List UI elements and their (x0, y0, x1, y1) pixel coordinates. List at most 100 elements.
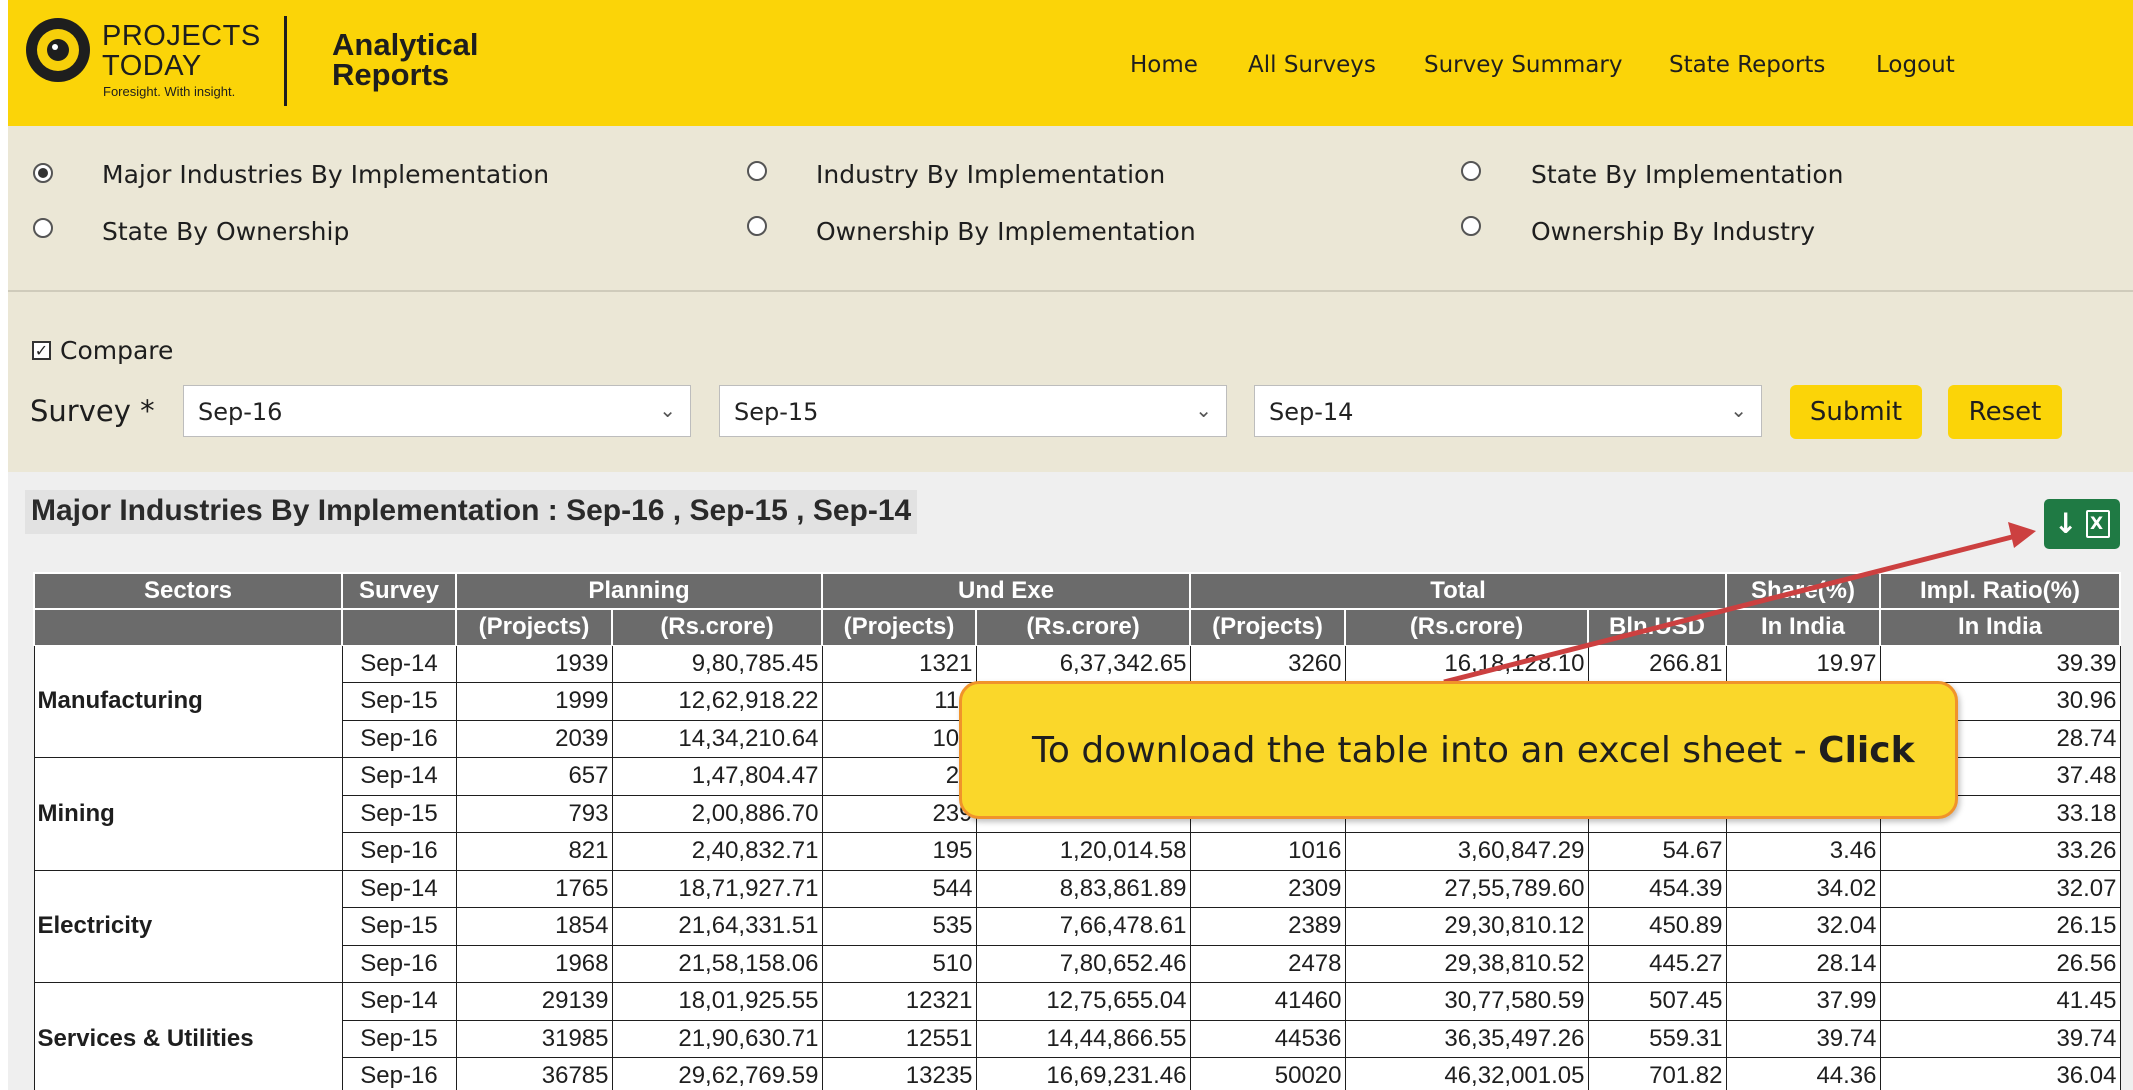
cell-planning-rs-crore: 9,80,785.45 (611, 644, 823, 683)
report-type-panel (8, 126, 2133, 292)
compare-checkbox[interactable]: ✓ (32, 341, 51, 360)
nav-home[interactable]: Home (1130, 52, 1198, 78)
cell-planning-projects: 1854 (455, 907, 613, 946)
table-row: Sep-16 36785 29,62,769.59 13235 16,69,231.46… (34, 1057, 2121, 1090)
cell-planning-projects: 821 (455, 832, 613, 871)
survey-label: Survey * (30, 394, 155, 428)
cell-total-bln-usd: 701.82 (1587, 1057, 1727, 1090)
chevron-down-icon: ⌄ (1195, 398, 1212, 422)
cell-und-exe-rs-crore: 7,80,652.46 (975, 944, 1191, 983)
subheader-planning-projects: (Projects) (455, 608, 613, 646)
nav-all-surveys[interactable]: All Surveys (1248, 52, 1376, 78)
cell-und-exe-projects: 12321 (821, 982, 977, 1021)
callout-text: To download the table into an excel shee… (1032, 730, 1915, 771)
cell-planning-projects: 2039 (455, 719, 613, 758)
cell-total-bln-usd: 559.31 (1587, 1019, 1727, 1058)
survey-select-1-value: Sep-16 (198, 398, 283, 426)
cell-share-in-india: 3.46 (1725, 832, 1881, 871)
cell-planning-rs-crore: 1,47,804.47 (611, 757, 823, 796)
nav-state-reports[interactable]: State Reports (1669, 52, 1825, 78)
cell-total-rs-crore: 29,38,810.52 (1344, 944, 1589, 983)
option-label-major-industries-by-implementation[interactable]: Major Industries By Implementation (102, 160, 549, 189)
subheader-blank (341, 608, 457, 646)
cell-planning-rs-crore: 21,58,158.06 (611, 944, 823, 983)
radio-ownership-by-industry[interactable] (1461, 216, 1481, 236)
radio-state-by-implementation[interactable] (1461, 161, 1481, 181)
cell-planning-rs-crore: 21,90,630.71 (611, 1019, 823, 1058)
cell-und-exe-projects: 510 (821, 944, 977, 983)
cell-und-exe-rs-crore: 7,66,478.61 (975, 907, 1191, 946)
cell-planning-projects: 793 (455, 794, 613, 833)
cell-planning-projects: 657 (455, 757, 613, 796)
cell-impl-ratio-in-india: 39.39 (1879, 644, 2121, 683)
submit-button[interactable]: Submit (1790, 385, 1922, 439)
cell-share-in-india: 37.99 (1725, 982, 1881, 1021)
cell-survey: Sep-16 (341, 944, 457, 983)
option-label-industry-by-implementation[interactable]: Industry By Implementation (816, 160, 1165, 189)
cell-total-rs-crore: 16,18,128.10 (1344, 644, 1589, 683)
survey-select-2[interactable]: Sep-15 ⌄ (719, 385, 1227, 437)
cell-und-exe-rs-crore: 6,37,342.65 (975, 644, 1191, 683)
option-label-state-by-implementation[interactable]: State By Implementation (1531, 160, 1844, 189)
cell-total-projects: 50020 (1189, 1057, 1346, 1090)
option-label-ownership-by-industry[interactable]: Ownership By Industry (1531, 217, 1815, 246)
option-label-state-by-ownership[interactable]: State By Ownership (102, 217, 349, 246)
cell-survey: Sep-16 (341, 832, 457, 871)
table-row: Sep-15 1854 21,64,331.51 535 7,66,478.61 2389… (34, 907, 2121, 946)
cell-survey: Sep-16 (341, 1057, 457, 1090)
header-survey: Survey (341, 572, 457, 610)
cell-planning-projects: 1999 (455, 682, 613, 721)
cell-total-projects: 1016 (1189, 832, 1346, 871)
cell-share-in-india: 44.36 (1725, 1057, 1881, 1090)
cell-planning-rs-crore: 2,00,886.70 (611, 794, 823, 833)
header-und-exe: Und Exe (821, 572, 1191, 610)
cell-und-exe-rs-crore: 14,44,866.55 (975, 1019, 1191, 1058)
cell-impl-ratio-in-india: 26.56 (1879, 944, 2121, 983)
nav-survey-summary[interactable]: Survey Summary (1424, 52, 1622, 78)
header-total: Total (1189, 572, 1727, 610)
cell-und-exe-projects: 544 (821, 869, 977, 908)
cell-planning-projects: 1968 (455, 944, 613, 983)
survey-select-3-value: Sep-14 (1269, 398, 1354, 426)
cell-total-bln-usd: 507.45 (1587, 982, 1727, 1021)
header-planning: Planning (455, 572, 823, 610)
cell-share-in-india: 39.74 (1725, 1019, 1881, 1058)
survey-select-3[interactable]: Sep-14 ⌄ (1254, 385, 1762, 437)
subheader-planning-rs-crore: (Rs.crore) (611, 608, 823, 646)
survey-select-1[interactable]: Sep-16 ⌄ (183, 385, 691, 437)
cell-impl-ratio-in-india: 36.04 (1879, 1057, 2121, 1090)
cell-und-exe-rs-crore: 16,69,231.46 (975, 1057, 1191, 1090)
subheader-total-rs-crore: (Rs.crore) (1344, 608, 1589, 646)
brand-name-line1: PROJECTS (102, 20, 261, 52)
cell-survey: Sep-14 (341, 982, 457, 1021)
cell-survey: Sep-15 (341, 1019, 457, 1058)
table-row: Electricity Sep-14 1765 18,71,927.71 544 8,83… (33, 869, 2121, 983)
radio-industry-by-implementation[interactable] (747, 161, 767, 181)
brand-tagline: Foresight. With insight. (103, 84, 236, 99)
report-table: Sectors Survey Planning Und Exe Total Sh… (33, 572, 2121, 1090)
radio-major-industries-by-implementation[interactable] (33, 163, 53, 183)
cell-planning-projects: 1765 (455, 869, 613, 908)
radio-state-by-ownership[interactable] (33, 218, 53, 238)
cell-planning-rs-crore: 18,01,925.55 (611, 982, 823, 1021)
reset-button[interactable]: Reset (1948, 385, 2062, 439)
subheader-impl-ratio-in-india: In India (1879, 608, 2121, 646)
table-row: Services & Utilities Sep-14 29139 18,01,925… (33, 982, 2121, 1090)
option-label-ownership-by-implementation[interactable]: Ownership By Implementation (816, 217, 1196, 246)
brand-divider (284, 16, 287, 106)
download-excel-button[interactable]: ↓ X (2044, 499, 2120, 549)
compare-label[interactable]: Compare (60, 336, 173, 365)
nav-logout[interactable]: Logout (1876, 52, 1955, 78)
cell-planning-rs-crore: 12,62,918.22 (611, 682, 823, 721)
cell-und-exe-projects: 535 (821, 907, 977, 946)
cell-planning-projects: 36785 (455, 1057, 613, 1090)
cell-planning-rs-crore: 2,40,832.71 (611, 832, 823, 871)
subheader-total-bln-usd: Bln.USD (1587, 608, 1727, 646)
cell-total-rs-crore: 46,32,001.05 (1344, 1057, 1589, 1090)
cell-survey: Sep-15 (341, 794, 457, 833)
subheader-und-exe-projects: (Projects) (821, 608, 977, 646)
radio-ownership-by-implementation[interactable] (747, 216, 767, 236)
cell-total-rs-crore: 29,30,810.12 (1344, 907, 1589, 946)
cell-share-in-india: 28.14 (1725, 944, 1881, 983)
app-title-line1: Analytical (332, 27, 479, 62)
